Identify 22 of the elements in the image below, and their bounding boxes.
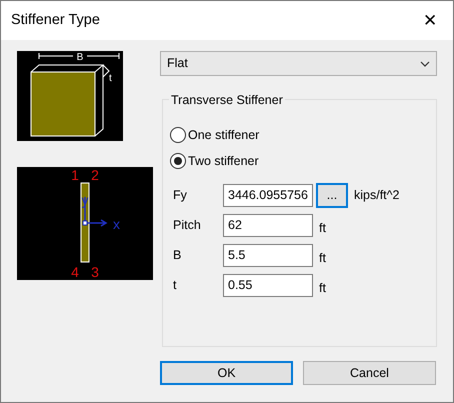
section-drawing: B t [17, 51, 123, 141]
close-button[interactable]: ✕ [407, 1, 453, 40]
ok-button[interactable]: OK [160, 361, 293, 385]
cancel-button[interactable]: Cancel [303, 361, 436, 385]
window-title: Stiffener Type [11, 10, 100, 30]
chevron-down-icon [420, 60, 430, 66]
input-field[interactable]: 3446.0955756 [223, 184, 313, 206]
radio-button[interactable]: One stiffener [170, 122, 260, 148]
unit-label: kips/ft^2 [354, 186, 400, 204]
radio-button[interactable]: Two stiffener [170, 148, 259, 174]
unit-label: ft [319, 250, 326, 267]
field-label: t [172, 276, 178, 294]
browse-button[interactable]: ... [316, 182, 348, 208]
type-dropdown[interactable]: Flat [160, 51, 437, 76]
unit-label: ft [319, 220, 326, 237]
input-field[interactable]: 5.5 [223, 244, 313, 266]
input-field[interactable]: 62 [223, 214, 313, 236]
field-label: Pitch [172, 216, 202, 234]
field-label: Fy [172, 186, 188, 204]
input-field[interactable]: 0.55 [223, 274, 313, 296]
field-label: B [172, 246, 182, 264]
unit-label: ft [319, 280, 326, 297]
